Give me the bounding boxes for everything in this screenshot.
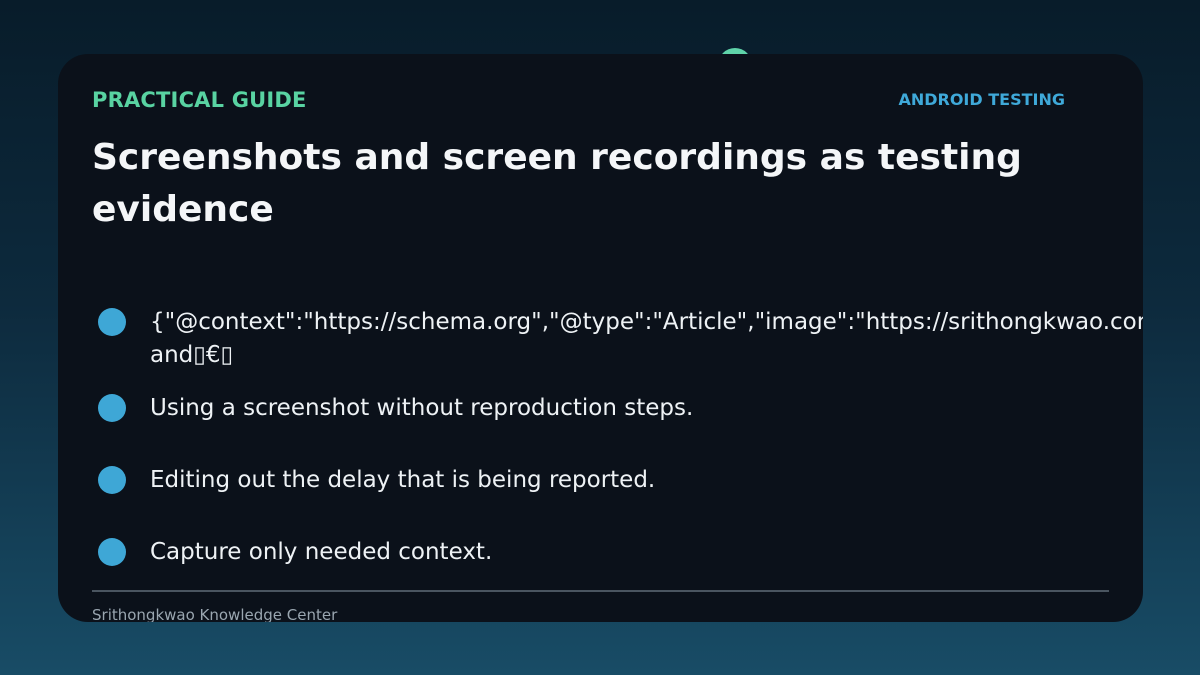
eyebrow-label: PRACTICAL GUIDE xyxy=(92,88,307,112)
bullet-dot-icon xyxy=(98,308,126,336)
page-title: Screenshots and screen recordings as tes… xyxy=(92,137,1022,230)
list-item-text-line: and▯€▯ xyxy=(150,342,234,368)
category-tag[interactable]: ANDROID TESTING xyxy=(898,90,1065,109)
bullet-dot-icon xyxy=(98,538,126,566)
footer-site-name[interactable]: Srithongkwao Knowledge Center xyxy=(92,606,337,622)
list-item-text: Editing out the delay that is being repo… xyxy=(150,467,656,493)
footer-divider xyxy=(92,590,1109,592)
list-item-text-line: {"@context":"https://schema.org","@type"… xyxy=(150,309,1143,335)
list-item-text: {"@context":"https://schema.org","@type"… xyxy=(150,306,1143,372)
list-item-text: Using a screenshot without reproduction … xyxy=(150,395,694,421)
list-item-text: Capture only needed context. xyxy=(150,539,493,565)
article-card: PRACTICAL GUIDE ANDROID TESTING Screensh… xyxy=(58,54,1143,622)
bullet-dot-icon xyxy=(98,466,126,494)
bullet-dot-icon xyxy=(98,394,126,422)
